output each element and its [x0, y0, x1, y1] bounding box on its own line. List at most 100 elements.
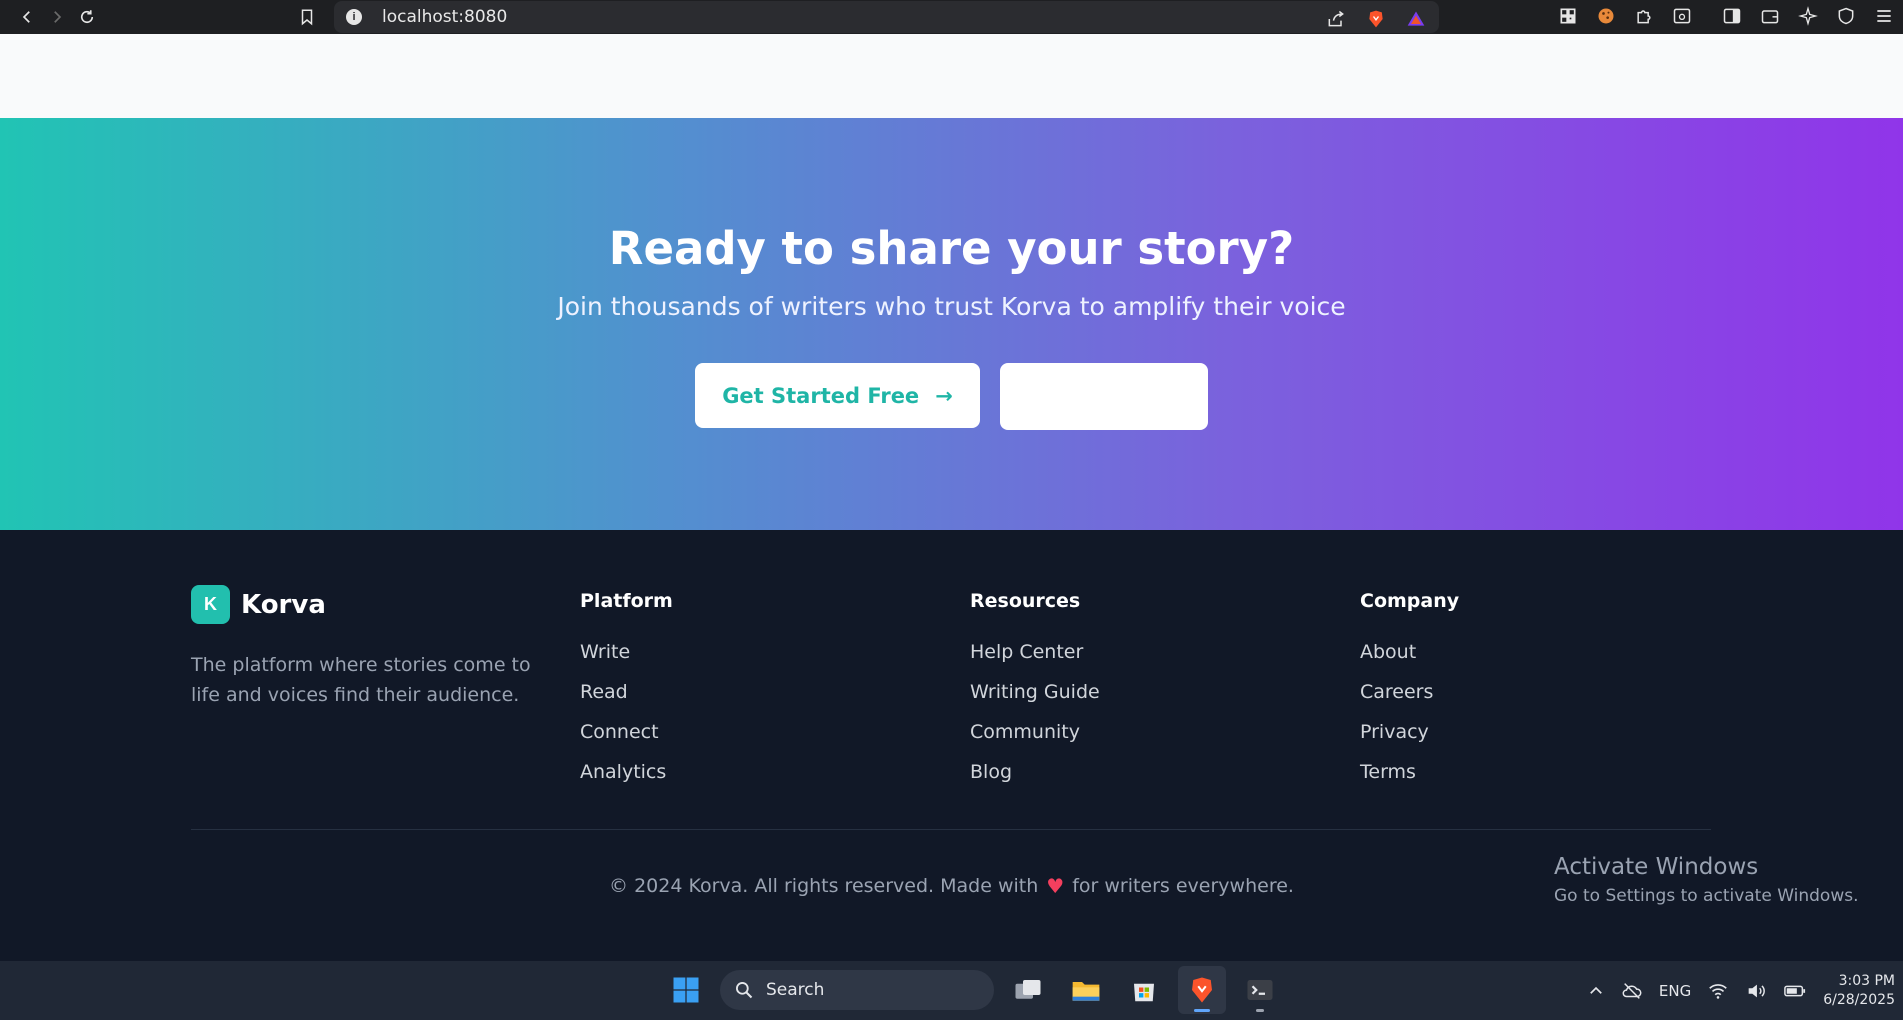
footer-link-terms[interactable]: Terms — [1360, 752, 1459, 792]
brave-lion-icon — [1192, 977, 1212, 1003]
qr-code-icon — [1560, 8, 1576, 24]
chevron-left-icon — [22, 11, 30, 23]
cta-title: Ready to share your story? — [608, 222, 1295, 275]
brand-logo: K — [191, 585, 230, 624]
page-top-strip — [0, 34, 1903, 118]
footer-link-blog[interactable]: Blog — [970, 752, 1100, 792]
footer-column-company: Company About Careers Privacy Terms — [1360, 590, 1459, 792]
clock[interactable]: 3:03 PM 6/28/2025 — [1823, 972, 1895, 1010]
footer-link-read[interactable]: Read — [580, 672, 673, 712]
footer-column-platform: Platform Write Read Connect Analytics — [580, 590, 673, 792]
get-started-label: Get Started Free — [722, 383, 920, 408]
secondary-cta-button[interactable] — [1000, 363, 1208, 430]
terminal-button[interactable] — [1236, 966, 1284, 1014]
footer-column-title: Company — [1360, 590, 1460, 612]
footer-divider — [191, 829, 1711, 830]
sparkle-icon — [1798, 6, 1818, 26]
start-button[interactable] — [662, 966, 710, 1014]
terminal-icon — [1247, 980, 1273, 1000]
shield-icon — [1838, 7, 1854, 25]
leo-ai-button[interactable] — [1795, 2, 1821, 30]
sidebar-icon — [1723, 8, 1741, 24]
rewards-triangle-icon — [1407, 11, 1425, 26]
footer-column-title: Resources — [970, 590, 1081, 612]
store-icon — [1134, 983, 1154, 1002]
share-button[interactable] — [1323, 5, 1349, 33]
arrow-right-icon: → — [935, 383, 953, 408]
battery-icon[interactable] — [1783, 980, 1807, 1002]
tab-search-button[interactable] — [1669, 2, 1695, 30]
menu-button[interactable] — [1871, 2, 1897, 30]
file-explorer-button[interactable] — [1062, 966, 1110, 1014]
footer-link-careers[interactable]: Careers — [1360, 672, 1459, 712]
bookmark-icon — [301, 9, 313, 26]
wallet-icon — [1761, 10, 1779, 24]
forward-button[interactable] — [42, 2, 72, 32]
cta-subtitle: Join thousands of writers who trust Korv… — [557, 292, 1346, 321]
get-started-button[interactable]: Get Started Free → — [695, 363, 980, 428]
brave-lion-icon — [1369, 10, 1383, 28]
taskbar-search[interactable]: Search — [720, 970, 994, 1010]
puzzle-icon — [1637, 10, 1651, 24]
cloud-offline-icon[interactable] — [1621, 980, 1643, 1002]
footer-link-privacy[interactable]: Privacy — [1360, 712, 1459, 752]
chevron-up-icon[interactable] — [1587, 982, 1605, 1000]
brave-rewards-button[interactable] — [1403, 5, 1429, 33]
back-button[interactable] — [12, 2, 42, 32]
vpn-button[interactable] — [1833, 2, 1859, 30]
footer-link-connect[interactable]: Connect — [580, 712, 673, 752]
active-indicator — [1194, 1009, 1210, 1012]
activate-windows-watermark: Activate Windows Go to Settings to activ… — [1554, 854, 1859, 906]
share-icon — [1328, 10, 1344, 27]
language-indicator[interactable]: ENG — [1659, 982, 1691, 1000]
browser-toolbar: i localhost:8080 — [0, 0, 1903, 34]
qr-code-button[interactable] — [1555, 2, 1581, 30]
cta-section: Ready to share your story? Join thousand… — [0, 118, 1903, 530]
heart-icon: ♥ — [1046, 874, 1065, 898]
brand-description: The platform where stories come to life … — [191, 654, 531, 706]
footer-link-about[interactable]: About — [1360, 632, 1459, 672]
footer-link-analytics[interactable]: Analytics — [580, 752, 673, 792]
brave-browser-button[interactable] — [1178, 966, 1226, 1014]
footer-column-resources: Resources Help Center Writing Guide Comm… — [970, 590, 1100, 792]
task-view-icon — [1015, 980, 1041, 999]
store-button[interactable] — [1120, 966, 1168, 1014]
footer-link-community[interactable]: Community — [970, 712, 1100, 752]
search-icon — [736, 982, 753, 999]
copyright-prefix: © 2024 Korva. All rights reserved. Made … — [609, 875, 1039, 897]
site-footer: K Korva The platform where stories come … — [0, 530, 1903, 961]
volume-icon[interactable] — [1745, 980, 1767, 1002]
chevron-right-icon — [54, 11, 62, 23]
reload-icon — [80, 10, 94, 24]
folder-icon — [1072, 982, 1100, 1001]
footer-link-writing-guide[interactable]: Writing Guide — [970, 672, 1100, 712]
footer-link-help-center[interactable]: Help Center — [970, 632, 1100, 672]
brand-name: Korva — [241, 589, 326, 620]
clock-time: 3:03 PM — [1838, 972, 1895, 989]
brave-shields-button[interactable] — [1363, 5, 1389, 33]
taskbar-apps: Search — [662, 966, 1284, 1014]
bookmark-button[interactable] — [292, 2, 322, 32]
address-bar[interactable]: i localhost:8080 — [334, 1, 1439, 33]
sidebar-toggle-button[interactable] — [1719, 2, 1745, 30]
task-view-button[interactable] — [1004, 966, 1052, 1014]
system-tray: ENG 3:03 PM 6/28/2025 — [1587, 961, 1895, 1020]
running-indicator — [1256, 1009, 1264, 1012]
site-info-icon[interactable]: i — [346, 9, 362, 25]
wallet-button[interactable] — [1757, 2, 1783, 30]
wifi-icon[interactable] — [1707, 980, 1729, 1002]
watermark-subtitle: Go to Settings to activate Windows. — [1554, 886, 1859, 906]
url-text[interactable]: localhost:8080 — [382, 7, 507, 27]
watermark-title: Activate Windows — [1554, 854, 1759, 880]
windows-taskbar: Search ENG 3:03 PM 6/28/2025 — [0, 961, 1903, 1020]
reload-button[interactable] — [72, 2, 102, 32]
footer-link-write[interactable]: Write — [580, 632, 673, 672]
cookie-extension-button[interactable] — [1593, 2, 1619, 30]
cta-buttons: Get Started Free → — [0, 363, 1903, 430]
hamburger-icon — [1877, 10, 1891, 22]
extensions-button[interactable] — [1631, 2, 1657, 30]
clock-date: 6/28/2025 — [1823, 991, 1895, 1008]
footer-brand[interactable]: K Korva — [191, 585, 326, 624]
tab-search-icon — [1673, 8, 1691, 24]
footer-column-title: Platform — [580, 590, 673, 612]
